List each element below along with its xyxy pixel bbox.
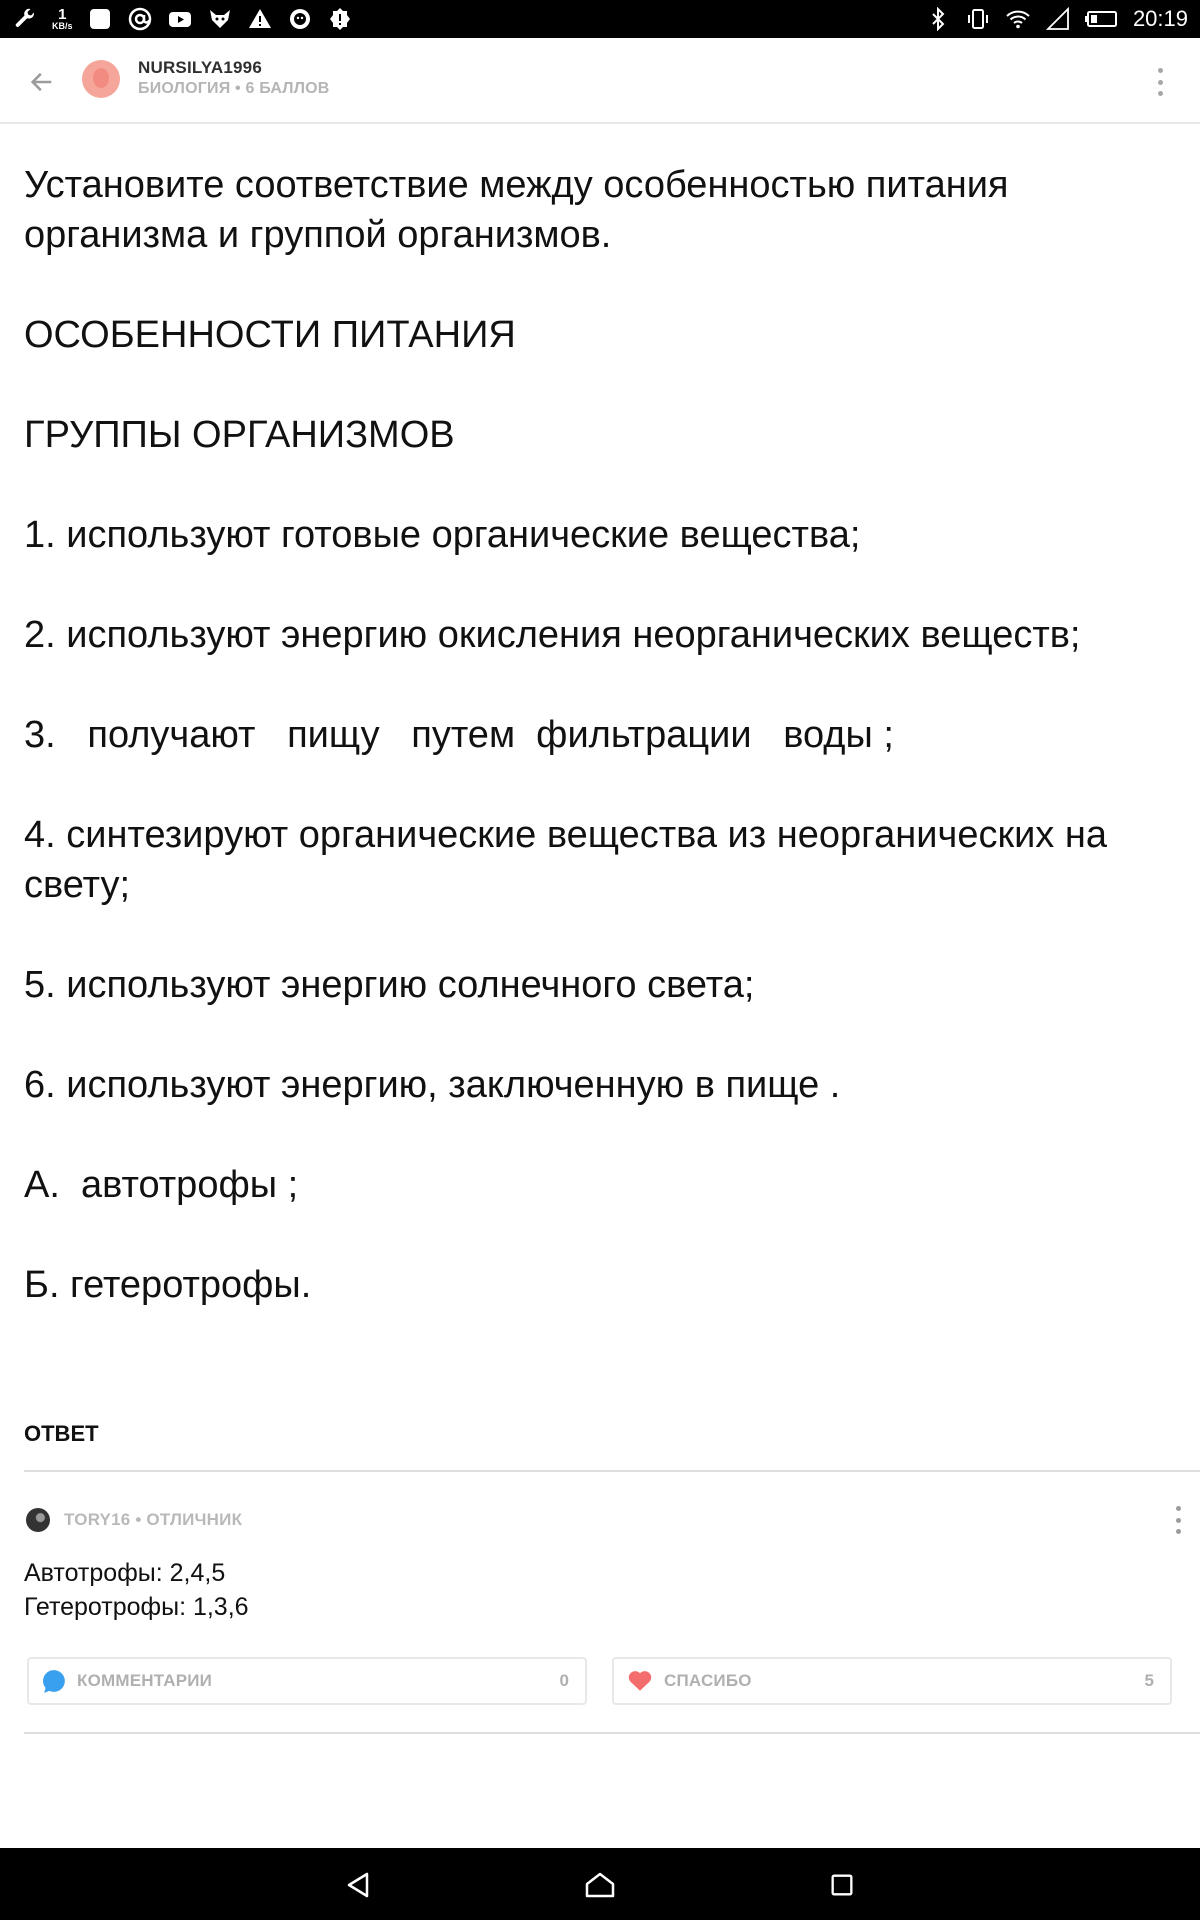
more-vert-icon[interactable]	[1150, 64, 1170, 100]
at-icon	[127, 6, 153, 32]
group-item-b: Б. гетеротрофы.	[24, 1264, 312, 1306]
column-header-groups: ГРУППЫ ОРГАНИЗМОВ	[24, 414, 455, 456]
clock: 20:19	[1132, 6, 1188, 31]
back-triangle-icon	[347, 1872, 369, 1898]
answer-author[interactable]: TORY16 • ОТЛИЧНИК	[26, 1508, 242, 1532]
comments-count: 0	[559, 1671, 569, 1690]
lion-icon	[287, 6, 313, 32]
recents-icon	[831, 1874, 853, 1896]
signal-icon	[1045, 6, 1071, 32]
question-text: Установите соответствие между особенност…	[24, 164, 1020, 256]
feature-item-2: 2. используют энергию окисления неоргани…	[24, 614, 1081, 656]
wrench-icon	[12, 6, 38, 32]
group-item-a: А. автотрофы ;	[24, 1164, 299, 1206]
navigation-bar	[0, 1848, 1200, 1920]
battery-icon	[1084, 6, 1119, 32]
thanks-label: СПАСИБО	[664, 1671, 752, 1690]
column-header-features: ОСОБЕННОСТИ ПИТАНИЯ	[24, 314, 516, 356]
feature-item-4: 4. синтезируют органические вещества из …	[24, 814, 1118, 906]
thanks-button[interactable]: СПАСИБО 5	[612, 1657, 1172, 1705]
youtube-icon	[167, 6, 193, 32]
back-button[interactable]	[22, 62, 62, 102]
fox-icon	[207, 6, 233, 32]
answer-text: Автотрофы: 2,4,5 Гетеротрофы: 1,3,6	[24, 1556, 249, 1624]
avatar[interactable]	[82, 60, 120, 98]
answerer-avatar	[26, 1508, 50, 1532]
net-speed-unit: KB/s	[52, 21, 73, 31]
feature-item-1: 1. используют готовые органические вещес…	[24, 514, 861, 556]
nav-recents-button[interactable]	[817, 1860, 867, 1910]
answer-line-heterotrophs: Гетеротрофы: 1,3,6	[24, 1593, 249, 1621]
status-bar-system: 20:19	[925, 0, 1188, 38]
bluetooth-icon	[925, 6, 951, 32]
answer-line-autotrophs: Автотрофы: 2,4,5	[24, 1559, 226, 1587]
app-header: NURSILYA1996 БИОЛОГИЯ • 6 БАЛЛОВ	[0, 38, 1200, 124]
net-speed: 1 KB/s	[52, 7, 73, 31]
nav-home-button[interactable]	[575, 1860, 625, 1910]
comment-bubble-icon	[43, 1670, 65, 1693]
feature-item-6: 6. используют энергию, заключенную в пищ…	[24, 1064, 841, 1106]
subject-points: БИОЛОГИЯ • 6 БАЛЛОВ	[138, 80, 330, 97]
home-icon	[585, 1872, 615, 1898]
answer-section-title: ОТВЕТ	[24, 1421, 99, 1446]
feature-item-5: 5. используют энергию солнечного света;	[24, 964, 755, 1006]
question-body: Установите соответствие между особенност…	[24, 160, 1174, 1360]
thanks-count: 5	[1144, 1671, 1154, 1690]
wifi-icon	[1005, 6, 1031, 32]
status-bar-notifications: 1 KB/s	[12, 0, 353, 38]
feature-item-3: 3. получают пищу путем фильтрации воды ;	[24, 714, 894, 756]
answerer-name: TORY16 • ОТЛИЧНИК	[64, 1510, 243, 1529]
status-bar: 1 KB/s 20:19	[0, 0, 1200, 38]
divider	[24, 1470, 1200, 1472]
comments-button[interactable]: КОММЕНТАРИИ 0	[27, 1657, 587, 1705]
warning-icon	[247, 6, 273, 32]
arrow-left-icon	[30, 72, 52, 92]
alert-icon	[327, 6, 353, 32]
notes-icon	[87, 6, 113, 32]
divider	[24, 1732, 1200, 1734]
vibrate-icon	[965, 6, 991, 32]
nav-back-button[interactable]	[333, 1860, 383, 1910]
net-speed-value: 1	[58, 6, 67, 23]
heart-icon	[628, 1671, 652, 1691]
comments-label: КОММЕНТАРИИ	[77, 1671, 213, 1690]
answer-more-vert-icon[interactable]	[1172, 1506, 1184, 1534]
username[interactable]: NURSILYA1996	[138, 58, 262, 78]
